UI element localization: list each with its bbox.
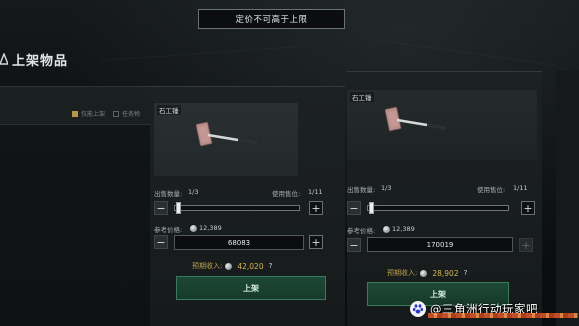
list-button-label: 上架 xyxy=(243,283,259,293)
qty-slider-thumb[interactable] xyxy=(176,202,181,214)
coin-icon xyxy=(225,262,233,270)
watermark-url-strip xyxy=(428,313,578,318)
price-plus-button[interactable]: + xyxy=(309,235,323,249)
minus-icon: − xyxy=(349,238,359,252)
plus-icon: + xyxy=(521,238,531,252)
item-card: 石工锤 xyxy=(154,103,298,176)
expected-income: 预期收入: 42,020 ? xyxy=(192,261,272,271)
ref-price: 12,389 xyxy=(190,224,222,232)
coin-icon xyxy=(383,225,390,233)
ref-price-value: 12,389 xyxy=(199,224,222,232)
expected-income: 预期收入: 28,902 ? xyxy=(387,268,467,278)
page-header: 上架物品 xyxy=(0,49,68,69)
income-value: 42,020 xyxy=(237,261,264,271)
hammer-item-icon xyxy=(385,106,446,132)
toast-text: 定价不可高于上限 xyxy=(235,15,308,25)
list-item-button[interactable]: 上架 xyxy=(176,276,326,300)
qty-plus-button[interactable]: + xyxy=(309,201,323,215)
price-input-value: 170019 xyxy=(426,240,454,249)
plus-icon: + xyxy=(311,235,321,249)
qty-slider-thumb[interactable] xyxy=(369,202,374,214)
filter-label: 任务物 xyxy=(121,111,140,118)
qty-slider[interactable] xyxy=(174,205,300,211)
inventory-list-panel: 仅能上架 任务物 xyxy=(0,86,150,326)
help-icon[interactable]: ? xyxy=(269,262,273,270)
slots-label: 使用售位: xyxy=(272,190,301,198)
listing-panel: 石工锤 出售数量: 1/3 使用售位: 1/11 − + 参考价格: 12,38… xyxy=(347,71,542,326)
coin-icon xyxy=(420,269,428,277)
plus-icon: + xyxy=(311,201,321,215)
ref-price-value: 12,389 xyxy=(392,225,415,233)
price-minus-button[interactable]: − xyxy=(347,238,361,252)
price-minus-button[interactable]: − xyxy=(154,235,168,249)
price-plus-button[interactable]: + xyxy=(519,238,533,252)
page-title: 上架物品 xyxy=(12,53,69,69)
item-name: 石工锤 xyxy=(350,92,374,102)
watermark: @三角洲行动玩家吧 xyxy=(410,298,578,320)
slots-label: 使用售位: xyxy=(477,186,506,194)
sell-qty-value: 1/3 xyxy=(188,188,199,196)
title-triangle-icon xyxy=(0,53,8,65)
listing-panel: 石工锤 出售数量: 1/3 使用售位: 1/11 − + 参考价格: 12,38… xyxy=(150,86,345,326)
minus-icon: − xyxy=(156,201,166,215)
filter-quest-items[interactable]: 任务物 xyxy=(112,109,140,118)
forum-logo-icon xyxy=(410,301,426,317)
filter-listable[interactable]: 仅能上架 xyxy=(71,109,105,118)
inventory-list[interactable] xyxy=(0,125,150,326)
help-icon[interactable]: ? xyxy=(464,269,468,277)
item-card: 石工锤 xyxy=(347,90,537,160)
income-label: 预期收入: xyxy=(387,269,418,277)
sell-qty-label: 出售数量: xyxy=(347,186,376,194)
income-value: 28,902 xyxy=(432,268,459,278)
ref-price-label: 参考价格: xyxy=(347,227,376,235)
price-input-value: 68083 xyxy=(227,238,251,247)
coin-icon xyxy=(190,224,197,232)
income-label: 预期收入: xyxy=(192,262,223,270)
price-input[interactable]: 68083 xyxy=(174,235,304,250)
checkbox-icon[interactable] xyxy=(71,110,78,117)
item-name: 石工锤 xyxy=(157,105,181,115)
price-input[interactable]: 170019 xyxy=(367,237,513,252)
sell-qty-value: 1/3 xyxy=(381,184,392,192)
side-panel-edge xyxy=(556,71,579,326)
minus-icon: − xyxy=(349,201,359,215)
qty-minus-button[interactable]: − xyxy=(347,201,361,215)
slots-value: 1/11 xyxy=(513,184,528,192)
sell-qty-label: 出售数量: xyxy=(154,190,183,198)
hammer-item-icon xyxy=(196,121,257,147)
qty-plus-button[interactable]: + xyxy=(521,201,535,215)
price-limit-toast: 定价不可高于上限 xyxy=(198,9,345,29)
checkbox-icon[interactable] xyxy=(112,110,119,117)
background-decoration xyxy=(99,46,300,61)
filter-label: 仅能上架 xyxy=(80,111,105,118)
slots-value: 1/11 xyxy=(308,188,323,196)
ref-price-label: 参考价格: xyxy=(154,226,183,234)
qty-slider[interactable] xyxy=(367,205,509,211)
ref-price: 12,389 xyxy=(383,225,415,233)
qty-minus-button[interactable]: − xyxy=(154,201,168,215)
plus-icon: + xyxy=(523,201,533,215)
minus-icon: − xyxy=(156,235,166,249)
trade-listing-screen: 定价不可高于上限 上架物品 仅能上架 任务物 石工锤 出售数量: 1/3 使用售… xyxy=(0,0,579,326)
background-decoration xyxy=(379,40,559,67)
filter-bar: 仅能上架 任务物 xyxy=(71,109,140,118)
